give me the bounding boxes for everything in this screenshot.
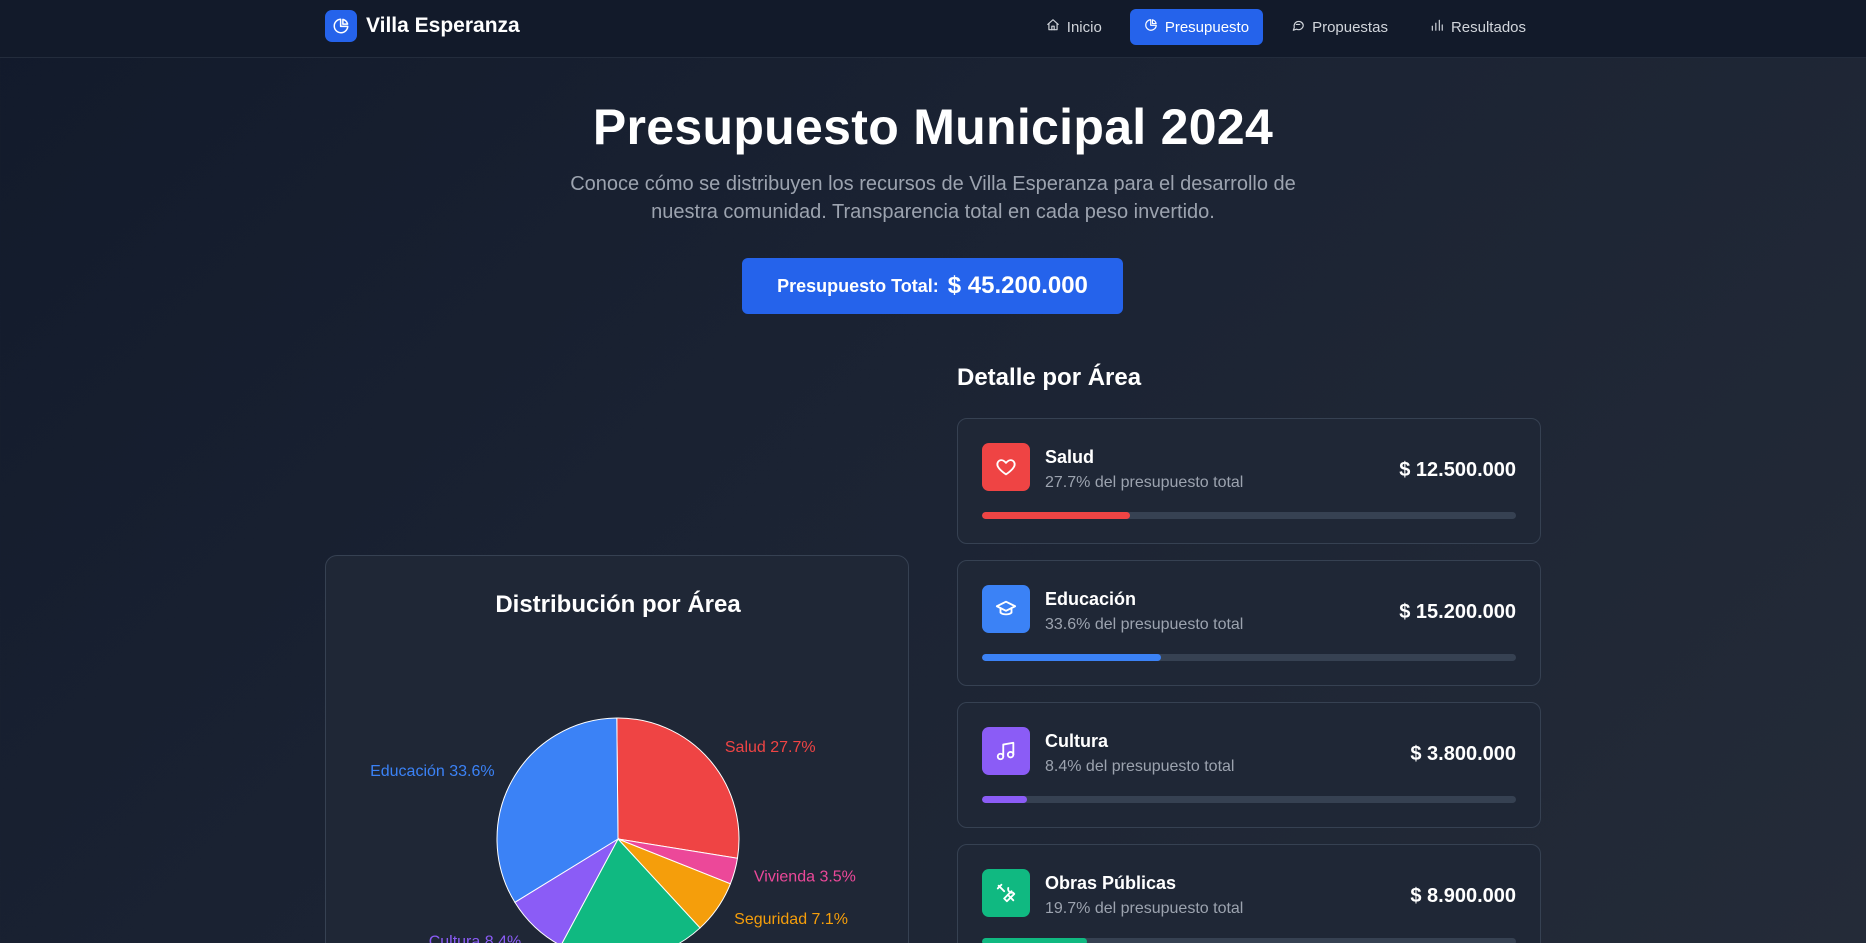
pie-label-salud: Salud 27.7% [725, 739, 816, 756]
area-card-salud[interactable]: Salud 27.7% del presupuesto total $ 12.5… [957, 418, 1541, 544]
heart-icon [982, 443, 1030, 491]
page-subtitle: Conoce cómo se distribuyen los recursos … [570, 173, 1296, 223]
nav-item-resultados[interactable]: Resultados [1416, 9, 1540, 45]
home-icon [1046, 18, 1060, 36]
distribution-chart-card: Distribución por Área Salud 27.7% Viviend… [325, 555, 909, 943]
detail-title: Detalle por Área [957, 364, 1142, 391]
area-card-obras-publicas[interactable]: Obras Públicas 19.7% del presupuesto tot… [957, 844, 1541, 943]
total-budget-value: $ 45.200.000 [947, 272, 1088, 299]
pie-chart: Salud 27.7% Vivienda 3.5% Seguridad 7.1% Cu… [370, 717, 856, 943]
area-progress-track [982, 512, 1516, 519]
message-icon [1291, 18, 1305, 36]
area-progress-fill [982, 654, 1162, 661]
area-percentage: 19.7% del presupuesto total [1045, 900, 1244, 917]
area-progress-track [982, 938, 1516, 943]
area-card-cultura[interactable]: Cultura 8.4% del presupuesto total $ 3.8… [957, 702, 1541, 828]
music-icon [982, 727, 1030, 775]
area-progress-fill [982, 796, 1027, 803]
area-percentage: 27.7% del presupuesto total [1045, 474, 1244, 491]
page-title: Presupuesto Municipal 2024 [592, 99, 1274, 155]
nav-item-propuestas[interactable]: Propuestas [1277, 9, 1402, 45]
nav-item-presupuesto[interactable]: Presupuesto [1129, 9, 1264, 45]
area-name: Cultura [1045, 731, 1108, 751]
area-card-educacion[interactable]: Educación 33.6% del presupuesto total $ … [957, 560, 1541, 686]
pie-slice-salud[interactable] [616, 717, 740, 859]
pie-chart-logo-icon [325, 10, 357, 42]
area-progress-track [982, 654, 1516, 661]
area-progress-fill [982, 938, 1088, 943]
area-name: Obras Públicas [1045, 873, 1177, 893]
bar-chart-icon [1430, 18, 1444, 36]
pie-label-vivienda: Vivienda 3.5% [754, 869, 856, 886]
nav-label: Inicio [1066, 18, 1102, 36]
nav-links: Inicio Presupuesto Propuestas Resultados [1032, 9, 1540, 45]
area-percentage: 33.6% del presupuesto total [1045, 616, 1244, 633]
tools-icon [982, 869, 1030, 917]
nav-item-inicio[interactable]: Inicio [1032, 9, 1116, 45]
top-navbar: Villa Esperanza Inicio Presupuesto Propu… [0, 0, 1866, 58]
area-progress-fill [982, 512, 1130, 519]
nav-label: Presupuesto [1164, 18, 1250, 36]
area-progress-track [982, 796, 1516, 803]
area-name: Educación [1045, 589, 1137, 609]
graduation-cap-icon [982, 585, 1030, 633]
brand-name: Villa Esperanza [366, 14, 520, 37]
pie-label-educación: Educación 33.6% [370, 763, 495, 780]
total-budget-label: Presupuesto Total: [777, 275, 939, 296]
total-budget-badge: Presupuesto Total: $ 45.200.000 [742, 258, 1123, 314]
pie-label-seguridad: Seguridad 7.1% [734, 911, 848, 928]
nav-label: Resultados [1450, 18, 1526, 36]
pie-label-cultura: Cultura 8.4% [429, 934, 522, 943]
area-percentage: 8.4% del presupuesto total [1045, 758, 1235, 775]
pie-chart-icon [1144, 18, 1158, 36]
area-amount: $ 8.900.000 [1410, 885, 1516, 907]
area-name: Salud [1045, 447, 1095, 467]
area-amount: $ 15.200.000 [1399, 601, 1516, 623]
nav-label: Propuestas [1312, 18, 1388, 36]
brand[interactable]: Villa Esperanza [325, 10, 520, 42]
area-amount: $ 3.800.000 [1410, 743, 1516, 765]
area-amount: $ 12.500.000 [1399, 459, 1516, 481]
